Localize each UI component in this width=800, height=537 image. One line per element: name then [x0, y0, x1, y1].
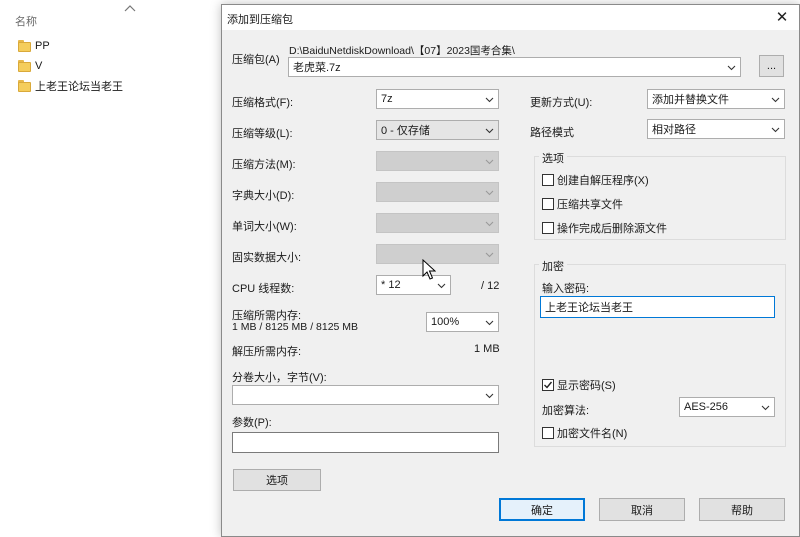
list-item[interactable]: V: [18, 58, 42, 74]
format-select[interactable]: 7z: [376, 89, 499, 109]
chevron-down-icon: [485, 393, 494, 399]
chevron-down-icon: [761, 405, 770, 411]
checkbox-unchecked-icon: [542, 427, 554, 439]
file-name: 上老王论坛当老王: [35, 81, 123, 93]
checkbox-unchecked-icon: [542, 222, 554, 234]
mem-percent-value: 100%: [431, 316, 460, 328]
level-value: 0 - 仅存储: [381, 125, 430, 137]
folder-icon: [18, 60, 31, 72]
cpu-label: CPU 线程数:: [232, 283, 295, 295]
close-icon: ✕: [775, 9, 789, 26]
path-mode-select[interactable]: 相对路径: [647, 119, 785, 139]
chevron-down-icon: [771, 127, 780, 133]
encrypt-names-checkbox[interactable]: 加密文件名(N): [542, 425, 627, 441]
archive-name-combo[interactable]: 老虎菜.7z: [288, 57, 741, 77]
update-label: 更新方式(U):: [530, 97, 593, 109]
algo-select[interactable]: AES-256: [679, 397, 775, 417]
encrypt-names-label: 加密文件名(N): [557, 428, 628, 440]
delete-source-checkbox[interactable]: 操作完成后删除源文件: [542, 220, 667, 236]
cancel-button[interactable]: 取消: [599, 498, 685, 521]
chevron-down-icon: [485, 190, 494, 196]
word-select: [376, 213, 499, 233]
folder-icon: [18, 40, 31, 52]
method-label: 压缩方法(M):: [232, 159, 296, 171]
chevron-down-icon: [485, 252, 494, 258]
mem-decomp-label: 解压所需内存:: [232, 346, 302, 358]
mem-decomp-value: 1 MB: [474, 343, 500, 355]
path-mode-value: 相对路径: [652, 124, 696, 136]
archive-label: 压缩包(A): [232, 54, 280, 66]
shared-files-checkbox[interactable]: 压缩共享文件: [542, 196, 623, 212]
solid-label: 固实数据大小:: [232, 252, 302, 264]
word-label: 单词大小(W):: [232, 221, 297, 233]
checkbox-unchecked-icon: [542, 174, 554, 186]
chevron-down-icon: [485, 159, 494, 165]
cpu-select[interactable]: * 12: [376, 275, 451, 295]
password-label: 输入密码:: [542, 283, 590, 295]
mouse-cursor-icon: [422, 259, 436, 280]
solid-select: [376, 244, 499, 264]
close-button[interactable]: ✕: [771, 7, 793, 27]
password-input[interactable]: 上老王论坛当老王: [540, 296, 775, 318]
level-label: 压缩等级(L):: [232, 128, 293, 140]
shared-files-label: 压缩共享文件: [557, 199, 623, 211]
level-select[interactable]: 0 - 仅存储: [376, 120, 499, 140]
split-label: 分卷大小，字节(V):: [232, 372, 327, 384]
method-select: [376, 151, 499, 171]
help-button[interactable]: 帮助: [699, 498, 785, 521]
path-mode-label: 路径模式: [530, 127, 574, 139]
update-mode-select[interactable]: 添加并替换文件: [647, 89, 785, 109]
title-bar[interactable]: 添加到压缩包 ✕: [222, 5, 799, 30]
algo-value: AES-256: [684, 401, 729, 413]
chevron-down-icon: [485, 221, 494, 227]
delete-source-label: 操作完成后删除源文件: [557, 223, 667, 235]
params-label: 参数(P):: [232, 417, 272, 429]
sfx-label: 创建自解压程序(X): [557, 175, 649, 187]
chevron-down-icon: [437, 283, 446, 289]
checkbox-checked-icon: [542, 379, 554, 391]
dict-label: 字典大小(D):: [232, 190, 295, 202]
show-password-label: 显示密码(S): [557, 380, 616, 392]
dict-select: [376, 182, 499, 202]
algo-label: 加密算法:: [542, 405, 590, 417]
split-size-combo[interactable]: [232, 385, 499, 405]
archive-name-value: 老虎菜.7z: [293, 62, 341, 74]
options-button[interactable]: 选项: [233, 469, 321, 491]
file-name: V: [35, 60, 43, 72]
show-password-checkbox[interactable]: 显示密码(S): [542, 377, 616, 393]
update-mode-value: 添加并替换文件: [652, 94, 729, 106]
chevron-down-icon: [485, 97, 494, 103]
file-explorer: 名称 PP V 上老王论坛当老王: [0, 0, 222, 537]
chevron-down-icon: [485, 320, 494, 326]
mem-comp-value: 1 MB / 8125 MB / 8125 MB: [232, 321, 359, 333]
file-name: PP: [35, 40, 50, 52]
options-group-title: 选项: [539, 150, 567, 166]
format-label: 压缩格式(F):: [232, 97, 294, 109]
chevron-down-icon: [771, 97, 780, 103]
mem-percent-select[interactable]: 100%: [426, 312, 499, 332]
list-item[interactable]: 上老王论坛当老王: [18, 78, 123, 94]
archive-path: D:\BaiduNetdiskDownload\【07】2023国考合集\: [289, 45, 515, 57]
ok-button[interactable]: 确定: [499, 498, 585, 521]
cpu-total: / 12: [481, 280, 500, 292]
sort-chevron-up-icon[interactable]: [124, 4, 136, 12]
column-header-name[interactable]: 名称: [15, 13, 37, 29]
browse-button[interactable]: ...: [759, 55, 784, 77]
encryption-group-title: 加密: [539, 258, 567, 274]
format-value: 7z: [381, 93, 393, 105]
checkbox-unchecked-icon: [542, 198, 554, 210]
list-item[interactable]: PP: [18, 38, 50, 54]
chevron-down-icon: [485, 128, 494, 134]
sfx-checkbox[interactable]: 创建自解压程序(X): [542, 172, 649, 188]
params-input[interactable]: [232, 432, 499, 453]
dialog-title: 添加到压缩包: [227, 14, 293, 26]
chevron-down-icon: [727, 65, 736, 71]
add-to-archive-dialog: 添加到压缩包 ✕ 压缩包(A) D:\BaiduNetdiskDownload\…: [221, 4, 800, 537]
cpu-value: * 12: [381, 279, 401, 291]
folder-icon: [18, 80, 31, 92]
